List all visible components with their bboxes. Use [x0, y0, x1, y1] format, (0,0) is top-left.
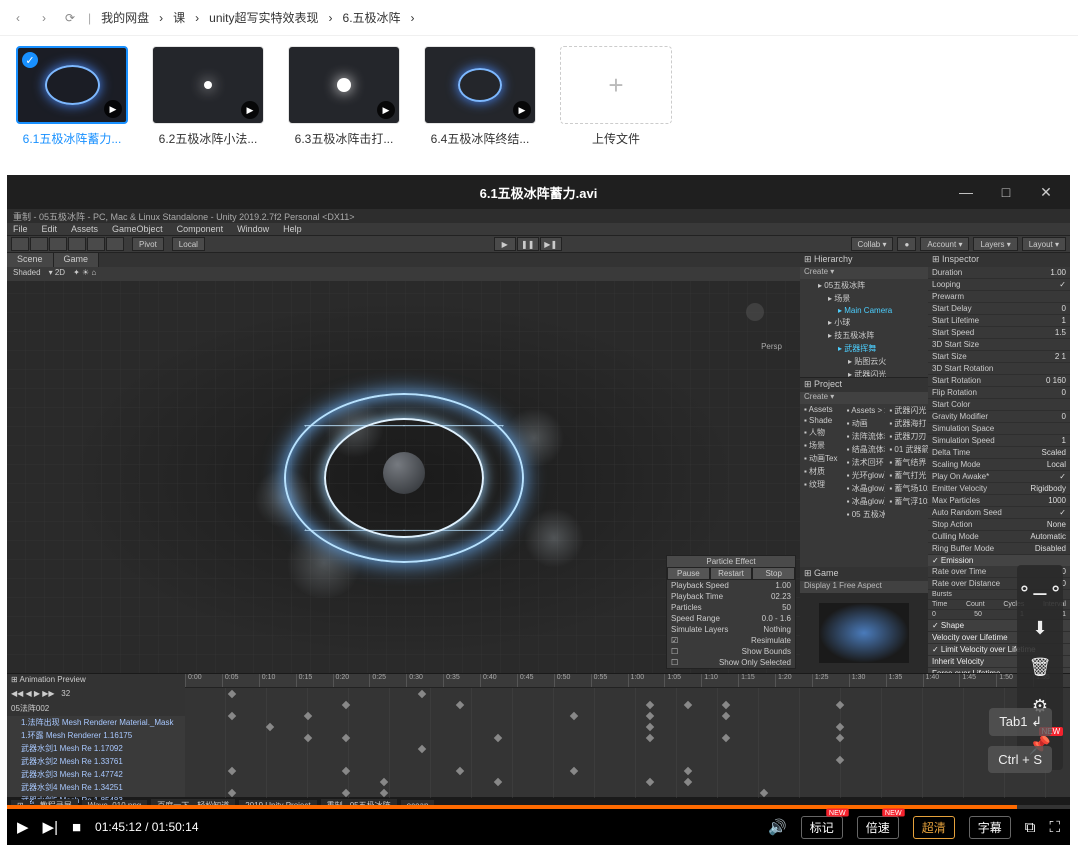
top-toolbar: ‹ › ⟳ | 我的网盘› 课› unity超写实特效表现› 6.五极冰阵› [0, 0, 1078, 36]
next-button[interactable]: ▶| [43, 818, 58, 836]
delete-icon[interactable]: 🗑 [1029, 657, 1052, 678]
window-min[interactable]: — [946, 175, 986, 209]
breadcrumb: 我的网盘› 课› unity超写实特效表现› 6.五极冰阵› [101, 9, 414, 26]
shortcut-overlay: Tab1 ↲ Ctrl + S [988, 708, 1052, 773]
project-panel: ⊞ Project Create ▾ ▪ Assets▪ Shade▪ 人物▪ … [800, 377, 928, 567]
ctrl-hint: Ctrl + S [988, 746, 1052, 773]
step-icon: ▶❚ [540, 237, 562, 251]
window-close[interactable]: ✕ [1026, 175, 1066, 209]
crumb-2[interactable]: unity超写实特效表现 [209, 9, 318, 26]
scene-tab: Scene [7, 253, 54, 267]
crumb-3[interactable]: 6.五极冰阵 [343, 9, 401, 26]
play-icon: ▶ [494, 237, 516, 251]
window-max[interactable]: □ [986, 175, 1026, 209]
unity-titlebar: 重制 - 05五极冰阵 - PC, Mac & Linux Standalone… [7, 209, 1070, 223]
scene-view: Shaded▾ 2D✦ ☀ ⌂ Persp Particle Effect Pa… [7, 267, 800, 673]
file-item-2[interactable]: ▶ 6.3五极冰阵击打... [288, 46, 400, 147]
subtitle-button[interactable]: 字幕 [969, 816, 1011, 839]
nav-back[interactable]: ‹ [10, 10, 26, 26]
speed-button[interactable]: 倍速NEW [857, 816, 899, 839]
unity-toolbar: PivotLocal ▶❚❚▶❚ Collab ▾● Account ▾Laye… [7, 235, 1070, 253]
download-icon[interactable]: ⬇ [1032, 618, 1047, 639]
file-item-3[interactable]: ▶ 6.4五极冰阵终结... [424, 46, 536, 147]
nav-forward[interactable]: › [36, 10, 52, 26]
file-item-1[interactable]: ▶ 6.2五极冰阵小法... [152, 46, 264, 147]
nav-reload[interactable]: ⟳ [62, 10, 78, 26]
fullscreen-icon[interactable]: ⛶ [1049, 819, 1060, 836]
play-icon: ▶ [104, 100, 122, 118]
os-taskbar: ⊞教程录屏Wave_010.png百度一下，轻松知道2019 Unity Pro… [7, 797, 1070, 805]
file-label: 6.4五极冰阵终结... [431, 130, 530, 147]
video-content: 重制 - 05五极冰阵 - PC, Mac & Linux Standalone… [7, 209, 1070, 805]
file-item-0[interactable]: ✓ ▶ 6.1五极冰阵蓄力... [16, 46, 128, 147]
crumb-1[interactable]: 课 [173, 9, 185, 26]
share-icon[interactable]: ⚬⚊⚬ [1017, 579, 1063, 600]
particle-effect-overlay: Particle Effect PauseRestartStop Playbac… [666, 555, 796, 669]
scene-gizmo [730, 287, 780, 337]
quality-button[interactable]: 超清 [913, 816, 955, 839]
file-label: 6.2五极冰阵小法... [159, 130, 258, 147]
video-player-window: 6.1五极冰阵蓄力.avi — □ ✕ 重制 - 05五极冰阵 - PC, Ma… [7, 175, 1070, 845]
file-grid: ✓ ▶ 6.1五极冰阵蓄力... ▶ 6.2五极冰阵小法... ▶ 6.3五极冰阵… [0, 36, 1078, 155]
progress-bar[interactable] [7, 805, 1070, 809]
titlebar: 6.1五极冰阵蓄力.avi — □ ✕ [7, 175, 1070, 209]
play-button[interactable]: ▶ [17, 818, 29, 836]
upload-label: 上传文件 [592, 130, 640, 147]
pause-icon: ❚❚ [517, 237, 539, 251]
crumb-0[interactable]: 我的网盘 [101, 9, 149, 26]
plus-icon: + [608, 70, 623, 101]
video-controls: ▶ ▶| ■ 01:45:12 / 01:50:14 🔊 标记NEW 倍速NEW… [7, 805, 1070, 845]
upload-button[interactable]: + 上传文件 [560, 46, 672, 147]
mark-button[interactable]: 标记NEW [801, 816, 843, 839]
volume-icon[interactable]: 🔊 [768, 818, 787, 836]
check-icon: ✓ [22, 52, 38, 68]
time-display: 01:45:12 / 01:50:14 [95, 820, 198, 834]
stop-button[interactable]: ■ [72, 819, 81, 836]
file-label: 6.3五极冰阵击打... [295, 130, 394, 147]
game-tab: Game [54, 253, 100, 267]
pip-icon[interactable]: ⧉ [1025, 819, 1036, 836]
file-label: 6.1五极冰阵蓄力... [23, 130, 122, 147]
persp-label: Persp [761, 342, 782, 351]
animation-panel: ⊞ Animation Preview ◀◀ ◀ ▶ ▶▶ 32 05法阵002… [7, 673, 1070, 797]
unity-menubar: FileEditAssets GameObjectComponentWindow… [7, 223, 1070, 235]
tab-hint: Tab1 ↲ [989, 708, 1052, 736]
video-title: 6.1五极冰阵蓄力.avi [480, 183, 598, 202]
hierarchy-panel: ⊞ Hierarchy Create ▾ ▸ 05五极冰阵▸ 场景▸ Main … [800, 253, 928, 673]
